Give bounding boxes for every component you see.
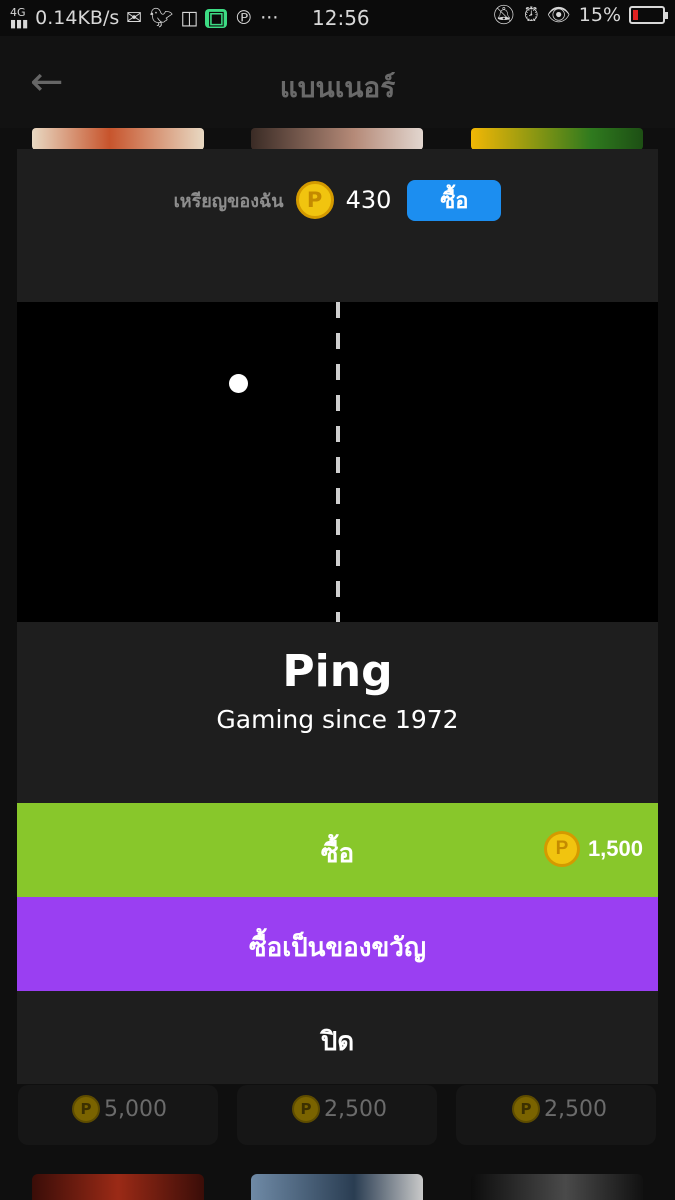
ping-ball (229, 374, 248, 393)
close-button-label: ปิด (320, 1026, 355, 1056)
banner-thumbnail[interactable] (251, 128, 423, 150)
banner-price: P 5,000 (72, 1095, 167, 1123)
coin-icon: P (543, 831, 580, 867)
ping-net (336, 302, 340, 622)
banner-thumbnail[interactable] (251, 1174, 423, 1200)
battery-icon (629, 6, 668, 24)
more-icon: ··· (260, 6, 279, 29)
banner-price: P 2,500 (512, 1095, 607, 1123)
android-icon: ▣ (205, 6, 228, 29)
pinterest-icon: ℗ (234, 6, 254, 29)
theme-name: Ping (282, 646, 393, 697)
signal-icon: 4G ▮▮▮ (10, 6, 29, 30)
buy-as-gift-label: ซื้อเป็นของขวัญ (248, 932, 427, 962)
my-coins-label: เหรียญของฉัน (173, 190, 284, 212)
price-tag: P 1,500 (543, 831, 643, 867)
price-value: 1,500 (587, 836, 643, 861)
banner-preview (17, 302, 658, 622)
banner-thumbnail[interactable] (32, 128, 204, 150)
coin-icon: P (72, 1095, 100, 1123)
banner-thumbnail[interactable] (471, 1174, 643, 1200)
network-speed: 0.14KB/s (35, 7, 120, 29)
twitter-icon: 🐦︎ (149, 6, 174, 29)
banner-price: P 2,500 (292, 1095, 387, 1123)
mute-icon: 🔕︎ (491, 3, 516, 26)
page-title: แบนเนอร์ (279, 71, 396, 104)
instagram-icon: ◫ (180, 6, 199, 29)
battery-percent: 15% (578, 4, 621, 26)
purchase-dialog: เหรียญของฉัน P 430 ซื้อ Ping Gaming sinc… (17, 149, 658, 1084)
close-button[interactable]: ปิด (17, 991, 658, 1084)
banner-thumbnail[interactable] (471, 128, 643, 150)
coin-icon: P (295, 181, 334, 219)
eye-icon: 👁︎ (546, 3, 571, 26)
coin-icon: P (512, 1095, 540, 1123)
my-coins-row: เหรียญของฉัน P 430 ซื้อ (17, 179, 658, 221)
theme-subtitle: Gaming since 1972 (216, 705, 459, 734)
buy-as-gift-button[interactable]: ซื้อเป็นของขวัญ (17, 897, 658, 991)
buy-button[interactable]: ซื้อ P 1,500 (17, 803, 658, 897)
gmail-icon: ✉ (126, 6, 143, 29)
status-bar: 4G ▮▮▮ 0.14KB/s ✉ 🐦︎ ◫ ▣ ℗ ··· 12:56 🔕︎ ⏰… (0, 0, 675, 36)
clock: 12:56 (312, 6, 370, 30)
banner-thumbnail[interactable] (32, 1174, 204, 1200)
alarm-icon: ⏰︎ (523, 3, 539, 26)
coin-icon: P (292, 1095, 320, 1123)
my-coins-count: 430 (345, 186, 392, 214)
app-bar: ← แบนเนอร์ (0, 36, 675, 128)
buy-coins-button[interactable]: ซื้อ (407, 179, 502, 221)
